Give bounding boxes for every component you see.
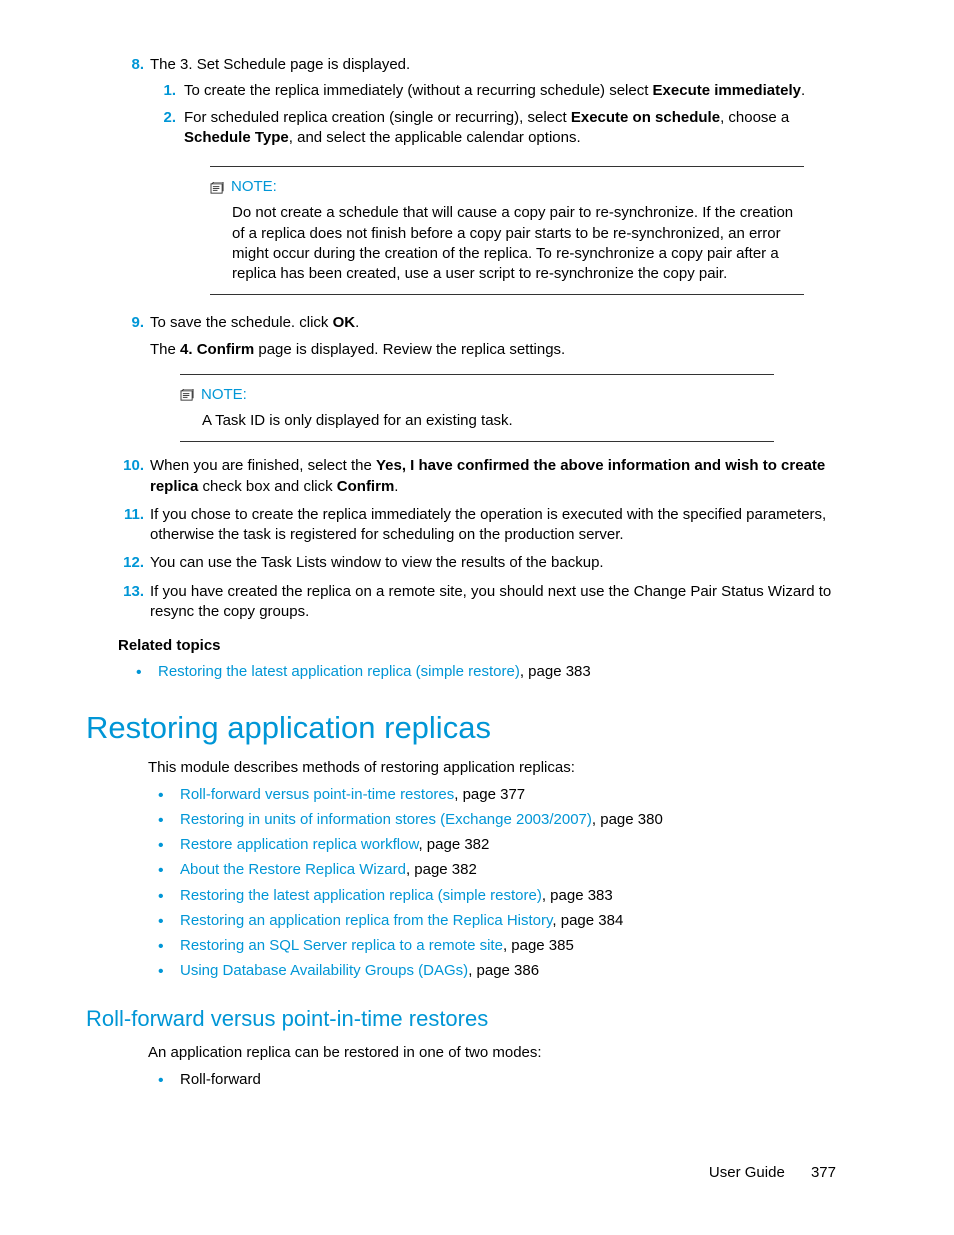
step-number: 11: [116, 505, 144, 525]
subsection-heading-roll-forward: Roll-forward versus point-in-time restor…: [86, 1004, 836, 1034]
section-link-page: , page 382: [406, 861, 477, 878]
section-link[interactable]: Restoring an SQL Server replica to a rem…: [180, 937, 503, 954]
section-link[interactable]: Restoring the latest application replica…: [180, 887, 542, 904]
page: 8 The 3. Set Schedule page is displayed.…: [0, 0, 954, 1235]
section-link-item: Restoring the latest application replica…: [180, 886, 836, 906]
section-link[interactable]: Restoring in units of information stores…: [180, 811, 592, 828]
section-link-item: Restoring an SQL Server replica to a rem…: [180, 936, 836, 956]
substep-number: 1: [152, 81, 176, 101]
step-9: 9 To save the schedule. click OK. The 4.…: [150, 313, 836, 442]
note-icon: [180, 388, 195, 401]
step-number: 8: [116, 55, 144, 75]
section-link-item: Restore application replica workflow, pa…: [180, 835, 836, 855]
step-number: 13: [116, 582, 144, 602]
step-text: When you are finished, select the Yes, I…: [150, 457, 825, 494]
note-label: NOTE:: [201, 385, 247, 405]
substep-number: 2: [152, 108, 176, 128]
step-11: 11 If you chose to create the replica im…: [150, 505, 836, 546]
footer-page-number: 377: [811, 1164, 836, 1181]
main-ordered-list: 8 The 3. Set Schedule page is displayed.…: [118, 55, 836, 622]
section-link-item: Restoring an application replica from th…: [180, 911, 836, 931]
note-icon: [210, 181, 225, 194]
section-link-page: , page 385: [503, 937, 574, 954]
step-text: If you chose to create the replica immed…: [150, 506, 826, 543]
sub-list: 1 To create the replica immediately (wit…: [150, 81, 836, 148]
step-number: 12: [116, 553, 144, 573]
section-link-page: , page 380: [592, 811, 663, 828]
step-text: If you have created the replica on a rem…: [150, 583, 831, 620]
note-body: A Task ID is only displayed for an exist…: [202, 411, 774, 431]
related-page: , page 383: [520, 663, 591, 680]
subsection-intro: An application replica can be restored i…: [148, 1043, 836, 1063]
page-footer: User Guide 377: [709, 1163, 836, 1183]
related-topic-item: Restoring the latest application replica…: [158, 662, 836, 682]
section-link-page: , page 386: [468, 962, 539, 979]
section-link-item: Roll-forward versus point-in-time restor…: [180, 785, 836, 805]
section-link[interactable]: About the Restore Replica Wizard: [180, 861, 406, 878]
section-link-item: Using Database Availability Groups (DAGs…: [180, 961, 836, 981]
step-number: 9: [116, 313, 144, 333]
step-text: You can use the Task Lists window to vie…: [150, 554, 604, 571]
substep-text: To create the replica immediately (witho…: [184, 82, 805, 99]
step-12: 12 You can use the Task Lists window to …: [150, 553, 836, 573]
note-heading: NOTE:: [180, 385, 774, 405]
note-heading: NOTE:: [210, 177, 804, 197]
related-topics-heading: Related topics: [118, 636, 836, 656]
note-label: NOTE:: [231, 177, 277, 197]
section-intro: This module describes methods of restori…: [148, 758, 836, 778]
step-number: 10: [116, 456, 144, 476]
section-link[interactable]: Restoring an application replica from th…: [180, 912, 552, 929]
step-text: To save the schedule. click OK.: [150, 314, 359, 331]
section-links-list: Roll-forward versus point-in-time restor…: [118, 785, 836, 982]
section-link[interactable]: Restore application replica workflow: [180, 836, 418, 853]
section-link[interactable]: Roll-forward versus point-in-time restor…: [180, 786, 454, 803]
related-topics-list: Restoring the latest application replica…: [118, 662, 836, 682]
section-link-page: , page 383: [542, 887, 613, 904]
substep-2: 2 For scheduled replica creation (single…: [184, 108, 836, 149]
step-10: 10 When you are finished, select the Yes…: [150, 456, 836, 497]
section-link-page: , page 382: [418, 836, 489, 853]
note-box-1: NOTE: Do not create a schedule that will…: [210, 166, 804, 295]
section-heading-restoring-replicas: Restoring application replicas: [86, 707, 836, 749]
step-text: The 3. Set Schedule page is displayed.: [150, 56, 410, 73]
step-9-line2: The 4. Confirm page is displayed. Review…: [150, 340, 836, 360]
section-link-page: , page 384: [552, 912, 623, 929]
subsection-item: Roll-forward: [180, 1070, 836, 1090]
step-13: 13 If you have created the replica on a …: [150, 582, 836, 623]
section-link-item: About the Restore Replica Wizard, page 3…: [180, 860, 836, 880]
subsection-list: Roll-forward: [118, 1070, 836, 1090]
step-8: 8 The 3. Set Schedule page is displayed.…: [150, 55, 836, 295]
section-link-page: , page 377: [454, 786, 525, 803]
note-box-2: NOTE: A Task ID is only displayed for an…: [180, 374, 774, 443]
section-link[interactable]: Using Database Availability Groups (DAGs…: [180, 962, 468, 979]
footer-label: User Guide: [709, 1164, 785, 1181]
related-link[interactable]: Restoring the latest application replica…: [158, 663, 520, 680]
note-body: Do not create a schedule that will cause…: [232, 203, 804, 284]
section-link-item: Restoring in units of information stores…: [180, 810, 836, 830]
substep-text: For scheduled replica creation (single o…: [184, 109, 789, 146]
substep-1: 1 To create the replica immediately (wit…: [184, 81, 836, 101]
